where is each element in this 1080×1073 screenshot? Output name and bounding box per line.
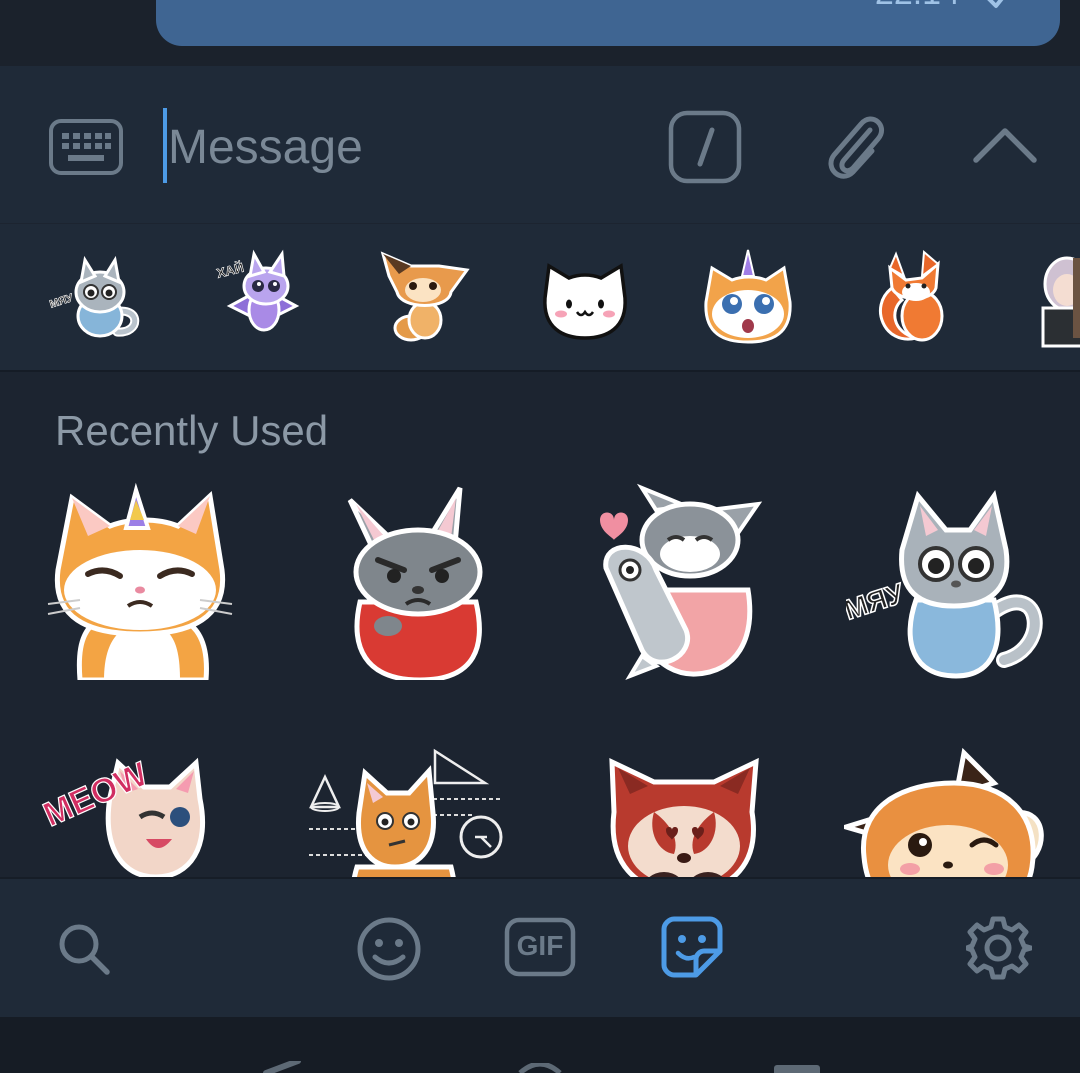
chat-history: 22:14 [0, 0, 1080, 66]
red-panda-sticker[interactable] [584, 742, 784, 877]
bunny-hugging-fish-sticker[interactable] [586, 480, 786, 680]
meow-text: МЯУ [846, 577, 908, 625]
gear-icon[interactable] [966, 915, 1032, 981]
meow-text: МЯУ [48, 292, 75, 311]
grey-cat-meow-sticker[interactable]: МЯУ [846, 480, 1046, 680]
message-bubble[interactable]: 22:14 [156, 0, 1060, 46]
math-cat-sticker[interactable] [305, 747, 505, 877]
anime-girls-sticker-set[interactable] [1025, 248, 1080, 348]
unicorn-cat-sticker[interactable] [40, 480, 240, 680]
winking-fox-sticker[interactable] [844, 747, 1044, 877]
section-title-recently-used: Recently Used [55, 407, 329, 454]
smiley-icon[interactable] [355, 915, 423, 983]
sent-check-icon [987, 0, 1004, 8]
white-cat-sticker-set[interactable] [535, 248, 635, 348]
recents-icon[interactable] [774, 1065, 820, 1073]
gif-tab[interactable]: GIF [504, 917, 576, 977]
sticker-icon[interactable] [660, 915, 724, 979]
text-caret [163, 108, 167, 183]
attach-icon[interactable] [822, 108, 888, 186]
grumpy-bunny-sticker[interactable] [320, 480, 520, 680]
system-navigation-bar [0, 1017, 1080, 1073]
back-icon[interactable] [262, 1061, 302, 1073]
hi-text: ХАЙ [215, 260, 245, 281]
sticker-panel: Recently Used МЯУ МЕОW [0, 372, 1080, 877]
message-time: 22:14 [875, 0, 960, 13]
chevron-up-icon[interactable] [970, 122, 1040, 168]
bat-hi-sticker-set[interactable]: ХАЙ [212, 248, 312, 348]
keyboard-icon[interactable] [48, 118, 124, 176]
fox-sticker-set[interactable] [375, 248, 475, 348]
home-icon[interactable] [518, 1063, 562, 1073]
unicorn-cat-sticker-set[interactable] [698, 248, 798, 348]
search-icon[interactable] [55, 920, 113, 978]
orange-fox-sticker-set[interactable] [862, 248, 962, 348]
message-input[interactable] [168, 112, 648, 182]
cat-meow-sticker-set[interactable]: МЯУ [45, 248, 145, 348]
gif-label: GIF [516, 930, 564, 961]
bot-command-icon[interactable] [668, 110, 742, 184]
pink-cat-meow-sticker[interactable]: МЕОW [40, 747, 240, 877]
